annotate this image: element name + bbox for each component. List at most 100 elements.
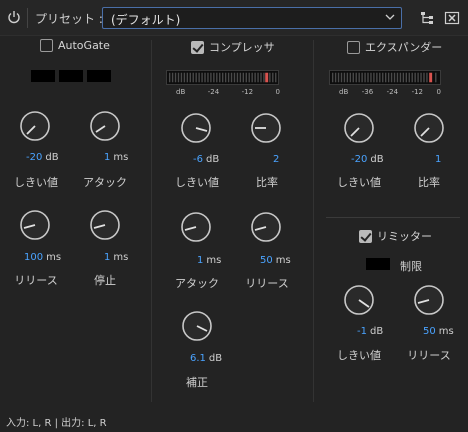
meter-segment [260, 72, 262, 83]
meter-segment [227, 72, 230, 83]
comp-ratio-label: 比率 [256, 176, 278, 189]
gate-hold-value[interactable]: 1 ms [104, 252, 128, 263]
meter-segment [420, 72, 422, 83]
expander-checkbox[interactable] [347, 40, 360, 54]
scale-tick: dB [339, 88, 349, 96]
gate-hold-label: 停止 [94, 274, 116, 287]
comp-attack-value[interactable]: 1 ms [197, 255, 221, 266]
exp-threshold-value[interactable]: -20 dB [351, 154, 384, 165]
meter-segment [222, 72, 224, 83]
limit-indicator [366, 258, 390, 270]
comp-makeup-knob[interactable] [181, 310, 213, 342]
limiter-checkbox[interactable] [359, 229, 372, 243]
meter-segment [426, 72, 428, 83]
lim-release-knob[interactable] [413, 284, 445, 316]
meter-segment [186, 72, 189, 83]
lim-threshold-label: しきい値 [337, 349, 381, 362]
lim-threshold-knob[interactable] [343, 284, 375, 316]
meter-segment [174, 72, 177, 83]
compressor-checkbox[interactable] [191, 40, 204, 54]
comp-release-value[interactable]: 50 ms [260, 255, 291, 266]
meter-segment [340, 72, 343, 83]
comp-ratio-value[interactable]: 2 [273, 154, 279, 165]
meter-segment [204, 72, 206, 83]
gate-indicator [31, 70, 55, 82]
exp-ratio-value[interactable]: 1 [435, 154, 441, 165]
column-divider [313, 40, 314, 402]
autogate-label: AutoGate [58, 39, 110, 52]
scale-tick: 0 [436, 88, 441, 96]
meter-segment [275, 72, 277, 83]
meter-segment [245, 72, 247, 83]
meter-segment [358, 72, 360, 83]
meter-segment [435, 72, 437, 83]
preset-dropdown[interactable]: (デフォルト) [102, 7, 402, 29]
gate-attack-knob[interactable] [89, 110, 121, 142]
gate-attack-value[interactable]: 1 ms [104, 152, 128, 163]
lim-release-value[interactable]: 50 ms [423, 326, 454, 337]
meter-segment [189, 72, 191, 83]
meter-segment [219, 72, 221, 83]
expander-label: エクスパンダー [365, 41, 443, 54]
meter-segment [233, 72, 236, 83]
comp-makeup-label: 補正 [186, 376, 208, 389]
scale-tick: -24 [386, 88, 399, 96]
expander-toggle[interactable]: エクスパンダー [347, 39, 442, 55]
gate-threshold-label: しきい値 [14, 176, 58, 189]
autogate-toggle[interactable]: AutoGate [40, 39, 110, 52]
meter-segment [346, 72, 349, 83]
scale-tick: dB [176, 88, 186, 96]
gate-release-knob[interactable] [19, 209, 51, 241]
compressor-meter [166, 70, 279, 85]
routing-icon[interactable] [419, 10, 435, 26]
comp-attack-label: アタック [175, 277, 219, 290]
gate-attack-label: アタック [83, 176, 127, 189]
meter-segment [331, 72, 334, 83]
scale-tick: 0 [275, 88, 280, 96]
comp-threshold-knob[interactable] [180, 112, 212, 144]
comp-ratio-knob[interactable] [250, 112, 282, 144]
comp-threshold-value[interactable]: -6 dB [193, 154, 219, 165]
meter-segment [171, 72, 174, 83]
scale-tick: -12 [241, 88, 254, 96]
meter-segment [210, 72, 212, 83]
meter-segment [411, 72, 413, 83]
comp-makeup-value[interactable]: 6.1 dB [190, 353, 222, 364]
meter-segment [355, 72, 357, 83]
meter-segment [408, 72, 410, 83]
exp-ratio-label: 比率 [418, 176, 440, 189]
meter-segment [423, 72, 425, 83]
lim-threshold-value[interactable]: -1 dB [357, 326, 383, 337]
exp-threshold-knob[interactable] [343, 112, 375, 144]
expander-meter [329, 70, 441, 85]
meter-segment [213, 72, 215, 83]
meter-segment [198, 72, 200, 83]
compressor-toggle[interactable]: コンプレッサ [191, 39, 275, 55]
comp-release-knob[interactable] [250, 211, 282, 243]
close-box-icon[interactable] [444, 10, 460, 26]
meter-segment [216, 72, 218, 83]
meter-segment [405, 72, 407, 83]
power-icon[interactable] [7, 10, 21, 24]
meter-segment [399, 72, 402, 83]
chevron-down-icon [385, 14, 395, 20]
gate-release-value[interactable]: 100 ms [24, 252, 61, 263]
meter-segment [207, 72, 209, 83]
comp-attack-knob[interactable] [180, 211, 212, 243]
autogate-checkbox[interactable] [40, 39, 53, 52]
exp-ratio-knob[interactable] [413, 112, 445, 144]
header-divider [27, 8, 28, 28]
meter-segment [254, 72, 256, 83]
meter-segment [379, 72, 381, 83]
gate-threshold-value[interactable]: -20 dB [26, 152, 59, 163]
gate-hold-knob[interactable] [89, 209, 121, 241]
gate-indicator [87, 70, 111, 82]
preset-header: プリセット : (デフォルト) [0, 0, 468, 36]
meter-segment [385, 72, 387, 83]
meter-segment [334, 72, 337, 83]
limiter-toggle[interactable]: リミッター [359, 228, 432, 244]
meter-segment [343, 72, 346, 83]
meter-segment [183, 72, 186, 83]
column-divider [151, 40, 152, 402]
gate-threshold-knob[interactable] [19, 110, 51, 142]
